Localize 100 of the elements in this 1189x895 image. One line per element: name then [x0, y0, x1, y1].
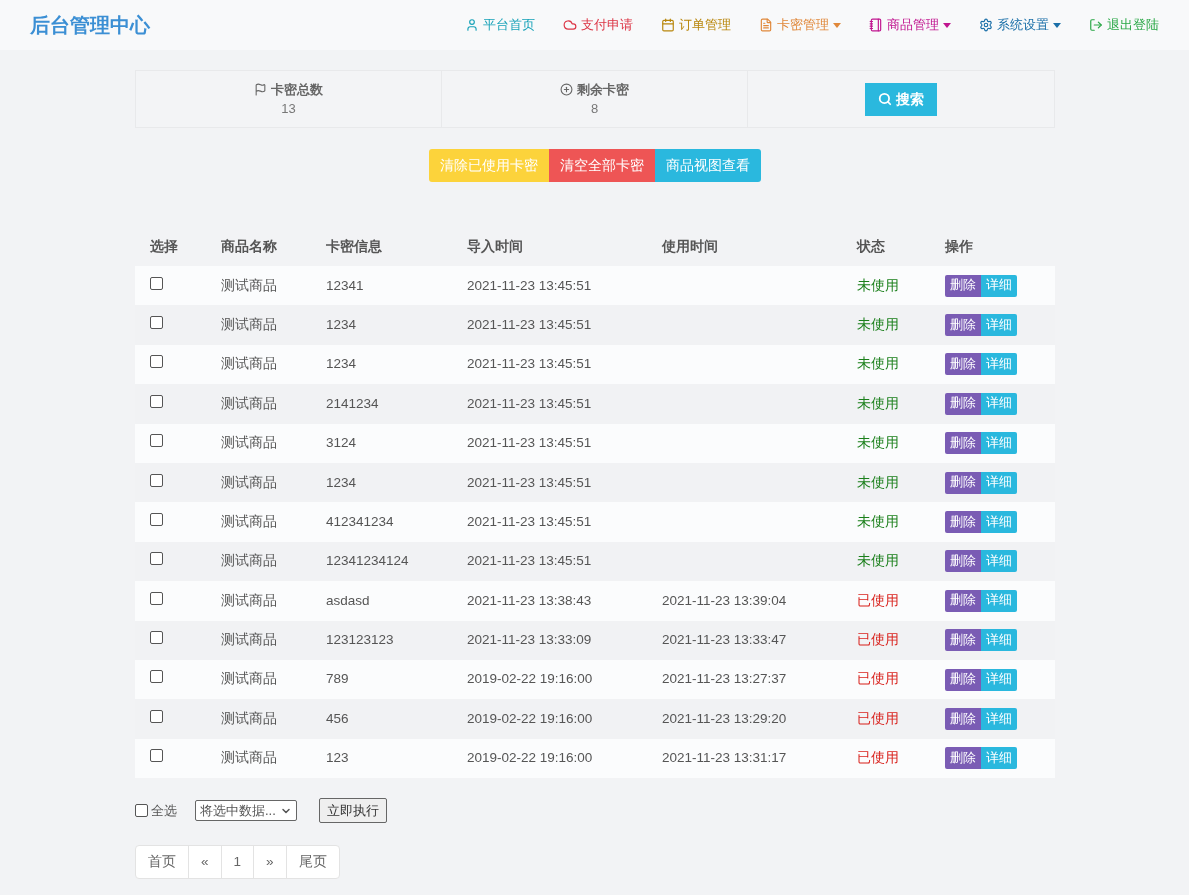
detail-button[interactable]: 详细 — [981, 274, 1017, 297]
table-cell: 测试商品 — [221, 266, 326, 306]
detail-button[interactable]: 详细 — [981, 708, 1017, 730]
nav-link[interactable]: 退出登陆 — [1089, 15, 1159, 35]
user-icon — [465, 18, 479, 32]
nav-link[interactable]: 订单管理 — [661, 15, 731, 35]
detail-button[interactable]: 详细 — [981, 629, 1017, 652]
row-checkbox[interactable] — [150, 434, 163, 448]
plus-circle-icon — [560, 82, 573, 96]
detail-button[interactable]: 详细 — [981, 432, 1017, 455]
action-button[interactable]: 清空全部卡密 — [549, 149, 655, 182]
brand-title[interactable]: 后台管理中心 — [30, 10, 150, 40]
page-link[interactable]: » — [253, 845, 287, 880]
row-checkbox[interactable] — [150, 709, 163, 723]
nav-dropdown[interactable]: 系统设置 — [979, 15, 1061, 35]
table-cell: 测试商品 — [221, 541, 326, 582]
table-cell: 2021-11-23 13:29:20 — [662, 699, 857, 739]
row-checkbox[interactable] — [150, 394, 163, 408]
action-select[interactable]: 将选中数据... — [195, 800, 297, 822]
delete-button[interactable]: 删除 — [945, 511, 981, 534]
table-cell: 2021-11-23 13:45:51 — [467, 423, 662, 463]
page-link[interactable]: 1 — [220, 845, 255, 880]
table-cell: 2141234 — [326, 384, 467, 424]
delete-button[interactable]: 删除 — [945, 668, 981, 691]
page-link[interactable]: 尾页 — [285, 845, 340, 880]
table-cell: 2021-11-23 13:45:51 — [467, 266, 662, 306]
row-checkbox[interactable] — [150, 473, 163, 487]
delete-button[interactable]: 删除 — [945, 274, 981, 297]
table-cell: 456 — [326, 699, 467, 739]
page-link[interactable]: « — [188, 845, 222, 880]
row-checkbox[interactable] — [150, 631, 163, 645]
detail-button[interactable]: 详细 — [981, 589, 1017, 612]
detail-button[interactable]: 详细 — [981, 668, 1017, 691]
delete-button[interactable]: 删除 — [945, 353, 981, 376]
delete-button[interactable]: 删除 — [945, 747, 981, 770]
delete-button[interactable]: 删除 — [945, 708, 981, 730]
table-cell: 2021-11-23 13:45:51 — [467, 541, 662, 582]
table-cell: asdasd — [326, 581, 467, 621]
table-cell: 测试商品 — [221, 502, 326, 542]
delete-button[interactable]: 删除 — [945, 629, 981, 652]
calendar-icon — [661, 18, 675, 32]
table-cell: 测试商品 — [221, 620, 326, 660]
detail-button[interactable]: 详细 — [981, 471, 1017, 494]
delete-button[interactable]: 删除 — [945, 550, 981, 573]
row-checkbox[interactable] — [150, 315, 163, 329]
table-cell: 1234 — [326, 305, 467, 345]
status-cell: 已使用 — [857, 738, 945, 779]
nav-dropdown[interactable]: 商品管理 — [869, 15, 951, 35]
column-header: 操作 — [945, 228, 1055, 266]
action-button[interactable]: 商品视图查看 — [655, 149, 761, 182]
caret-icon — [833, 22, 841, 28]
table-cell: 2021-11-23 13:33:47 — [662, 620, 857, 660]
status-cell: 未使用 — [857, 423, 945, 463]
nav-dropdown[interactable]: 卡密管理 — [759, 15, 841, 35]
status-cell: 未使用 — [857, 266, 945, 306]
detail-button[interactable]: 详细 — [981, 353, 1017, 376]
table-cell: 测试商品 — [221, 305, 326, 345]
cloud-icon — [563, 18, 577, 32]
table-cell: 2021-11-23 13:45:51 — [467, 384, 662, 424]
flag-icon — [254, 82, 267, 96]
row-checkbox[interactable] — [150, 276, 163, 290]
detail-button[interactable]: 详细 — [981, 392, 1017, 415]
nav-link[interactable]: 平台首页 — [465, 15, 535, 35]
detail-button[interactable]: 详细 — [981, 747, 1017, 770]
table-cell: 测试商品 — [221, 462, 326, 503]
document-icon — [759, 18, 773, 32]
table-cell: 2021-11-23 13:45:51 — [467, 305, 662, 345]
row-checkbox[interactable] — [150, 512, 163, 526]
delete-button[interactable]: 删除 — [945, 392, 981, 415]
notebook-icon — [869, 18, 883, 32]
search-button[interactable]: 搜索 — [865, 82, 937, 116]
table-cell: 2019-02-22 19:16:00 — [467, 659, 662, 700]
delete-button[interactable]: 删除 — [945, 471, 981, 494]
status-cell: 未使用 — [857, 344, 945, 385]
select-all-checkbox[interactable] — [135, 804, 148, 818]
row-checkbox[interactable] — [150, 591, 163, 605]
execute-button[interactable]: 立即执行 — [318, 798, 387, 824]
column-header: 卡密信息 — [326, 228, 467, 266]
table-cell: 测试商品 — [221, 581, 326, 621]
table-cell: 123 — [326, 738, 467, 779]
row-checkbox[interactable] — [150, 355, 163, 369]
table-cell: 1234 — [326, 344, 467, 385]
delete-button[interactable]: 删除 — [945, 589, 981, 612]
detail-button[interactable]: 详细 — [981, 314, 1017, 337]
delete-button[interactable]: 删除 — [945, 314, 981, 337]
row-checkbox[interactable] — [150, 670, 163, 684]
nav-link[interactable]: 支付申请 — [563, 15, 633, 35]
table-cell: 1234 — [326, 462, 467, 503]
column-header: 使用时间 — [662, 228, 857, 266]
stat-value: 13 — [281, 100, 296, 118]
status-cell: 已使用 — [857, 659, 945, 700]
page-link[interactable]: 首页 — [135, 845, 189, 880]
caret-icon — [1053, 22, 1061, 28]
row-checkbox[interactable] — [150, 552, 163, 566]
column-header: 状态 — [857, 228, 945, 266]
delete-button[interactable]: 删除 — [945, 432, 981, 455]
detail-button[interactable]: 详细 — [981, 511, 1017, 534]
row-checkbox[interactable] — [150, 749, 163, 763]
detail-button[interactable]: 详细 — [981, 550, 1017, 573]
stat-label: 剩余卡密 — [577, 80, 629, 99]
